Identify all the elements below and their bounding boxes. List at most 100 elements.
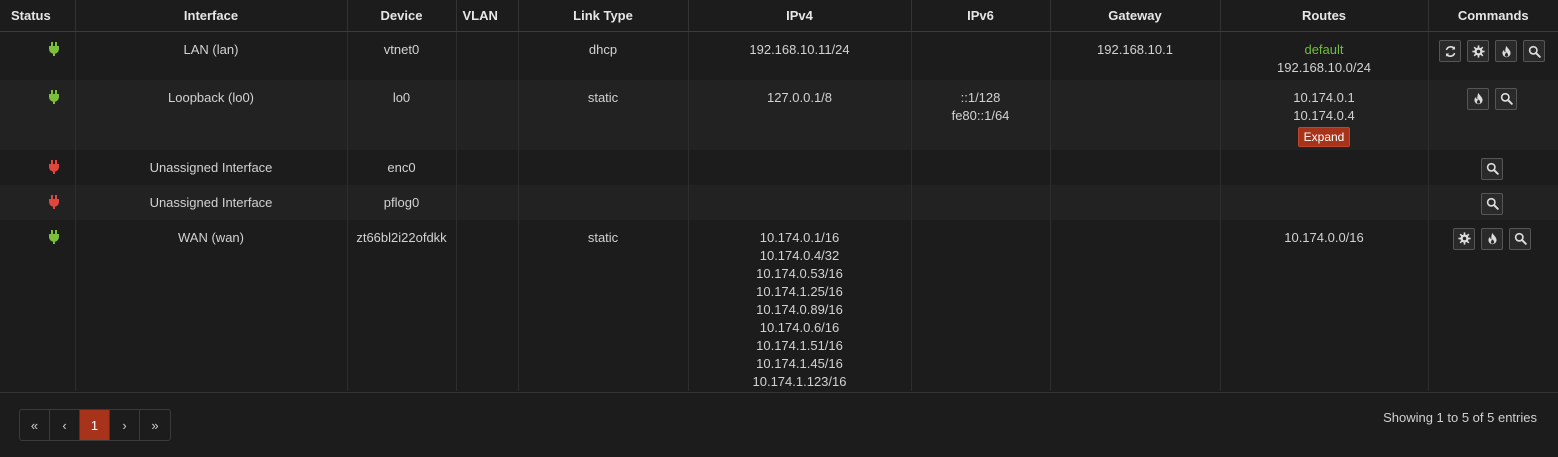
fire-button[interactable] [1495,40,1518,62]
routes-cell: 10.174.0.1 10.174.0.4 Expand [1220,79,1429,150]
ipv6-address: ::1/128 [960,89,1001,105]
device-cell: enc0 [347,149,457,185]
reload-button[interactable] [1439,40,1462,62]
routes-cell: default 192.168.10.0/24 [1220,31,1429,80]
default-route-label: default [1304,42,1344,57]
status-cell [0,79,76,150]
search-button[interactable] [1523,40,1546,62]
link-type-cell [518,149,689,185]
status-down-icon [48,159,60,175]
device-cell: lo0 [347,79,457,150]
device-cell: vtnet0 [347,31,457,80]
gear-icon [1472,44,1485,58]
fire-icon [1486,232,1499,245]
ipv6-cell: ::1/128fe80::1/64 [911,79,1051,150]
search-icon [1514,232,1527,245]
route-entry: 10.174.0.4 [1293,107,1355,123]
gear-icon [1458,232,1471,245]
ipv4-address: 10.174.0.1/16 [759,229,840,245]
interface-cell: Unassigned Interface [75,149,348,185]
ipv6-cell [911,219,1051,391]
interface-cell: Unassigned Interface [75,184,348,220]
interface-cell: Loopback (lo0) [75,79,348,150]
vlan-cell [456,184,519,220]
expand-wrapper: Expand [1221,125,1428,147]
commands-cell [1428,79,1558,150]
search-icon [1500,92,1513,105]
page-first-button[interactable]: « [20,410,50,440]
interfaces-table: Status Interface Device VLAN Link Type I… [0,0,1558,391]
ipv4-cell: 127.0.0.1/8 [688,79,912,150]
status-cell [0,31,76,80]
table-row: Unassigned Interface enc0 [0,149,1558,185]
ipv4-address: 10.174.1.45/16 [756,355,843,371]
table-header-row: Status Interface Device VLAN Link Type I… [0,0,1558,32]
device-cell: pflog0 [347,184,457,220]
ipv4-address: 10.174.0.4/32 [759,247,840,263]
status-up-icon [48,229,60,245]
commands-cell [1428,31,1558,80]
search-icon [1528,45,1541,58]
ipv4-address: 10.174.0.6/16 [759,319,840,335]
table-row: LAN (lan) vtnet0 dhcp 192.168.10.11/24 192.1… [0,31,1558,80]
routes-cell [1220,149,1429,185]
ipv4-address: 10.174.1.51/16 [756,337,843,353]
header-routes[interactable]: Routes [1220,0,1429,32]
fire-button[interactable] [1467,87,1490,110]
search-icon [1486,162,1499,175]
link-type-cell: static [518,79,689,150]
interface-cell: LAN (lan) [75,31,348,80]
route-entry: 192.168.10.0/24 [1277,60,1371,75]
vlan-cell [456,149,519,185]
gateway-cell [1050,79,1221,150]
page-current-button[interactable]: 1 [80,410,110,440]
expand-routes-button[interactable]: Expand [1297,126,1351,147]
search-button[interactable] [1509,227,1532,250]
ipv4-address: 10.174.0.89/16 [756,301,843,317]
header-ipv4[interactable]: IPv4 [688,0,912,32]
gateway-cell: 192.168.10.1 [1050,31,1221,80]
page-prev-button[interactable]: ‹ [50,410,80,440]
route-entry: 10.174.0.0/16 [1284,229,1364,245]
interface-cell: WAN (wan) [75,219,348,391]
gateway-cell [1050,184,1221,220]
ipv6-cell [911,184,1051,220]
ipv6-address: fe80::1/64 [951,107,1010,123]
header-interface[interactable]: Interface [75,0,348,32]
ipv4-address: 10.174.1.123/16 [752,373,847,389]
table-row: Unassigned Interface pflog0 [0,184,1558,220]
header-device[interactable]: Device [347,0,457,32]
search-button[interactable] [1481,192,1504,215]
routes-cell: 10.174.0.0/16 [1220,219,1429,391]
reload-icon [1444,45,1457,58]
ipv4-address: 192.168.10.11/24 [749,42,850,57]
status-cell [0,219,76,391]
fire-button[interactable] [1481,227,1504,250]
commands-cell [1428,219,1558,391]
status-up-icon [48,42,60,57]
pagination: « ‹ 1 › » [19,409,171,441]
fire-icon [1500,45,1513,58]
gear-button[interactable] [1467,40,1490,62]
ipv6-cell [911,149,1051,185]
status-up-icon [48,89,60,105]
ipv4-address: 10.174.1.25/16 [756,283,843,299]
table-row: Loopback (lo0) lo0 static 127.0.0.1/8::1/12… [0,79,1558,150]
header-link-type[interactable]: Link Type [518,0,689,32]
header-ipv6[interactable]: IPv6 [911,0,1051,32]
gateway-cell [1050,149,1221,185]
gear-button[interactable] [1453,227,1476,250]
search-button[interactable] [1495,87,1518,110]
page-last-button[interactable]: » [140,410,170,440]
search-button[interactable] [1481,157,1504,180]
table-row: WAN (wan) zt66bl2i22ofdkk static 10.174.0.1… [0,219,1558,391]
header-status[interactable]: Status [0,0,76,32]
entries-info: Showing 1 to 5 of 5 entries [1383,410,1537,425]
page-next-button[interactable]: › [110,410,140,440]
fire-icon [1472,92,1485,105]
ipv4-cell: 192.168.10.11/24 [688,31,912,80]
link-type-cell: static [518,219,689,391]
header-vlan[interactable]: VLAN [456,0,519,32]
ipv4-cell [688,184,912,220]
header-gateway[interactable]: Gateway [1050,0,1221,32]
